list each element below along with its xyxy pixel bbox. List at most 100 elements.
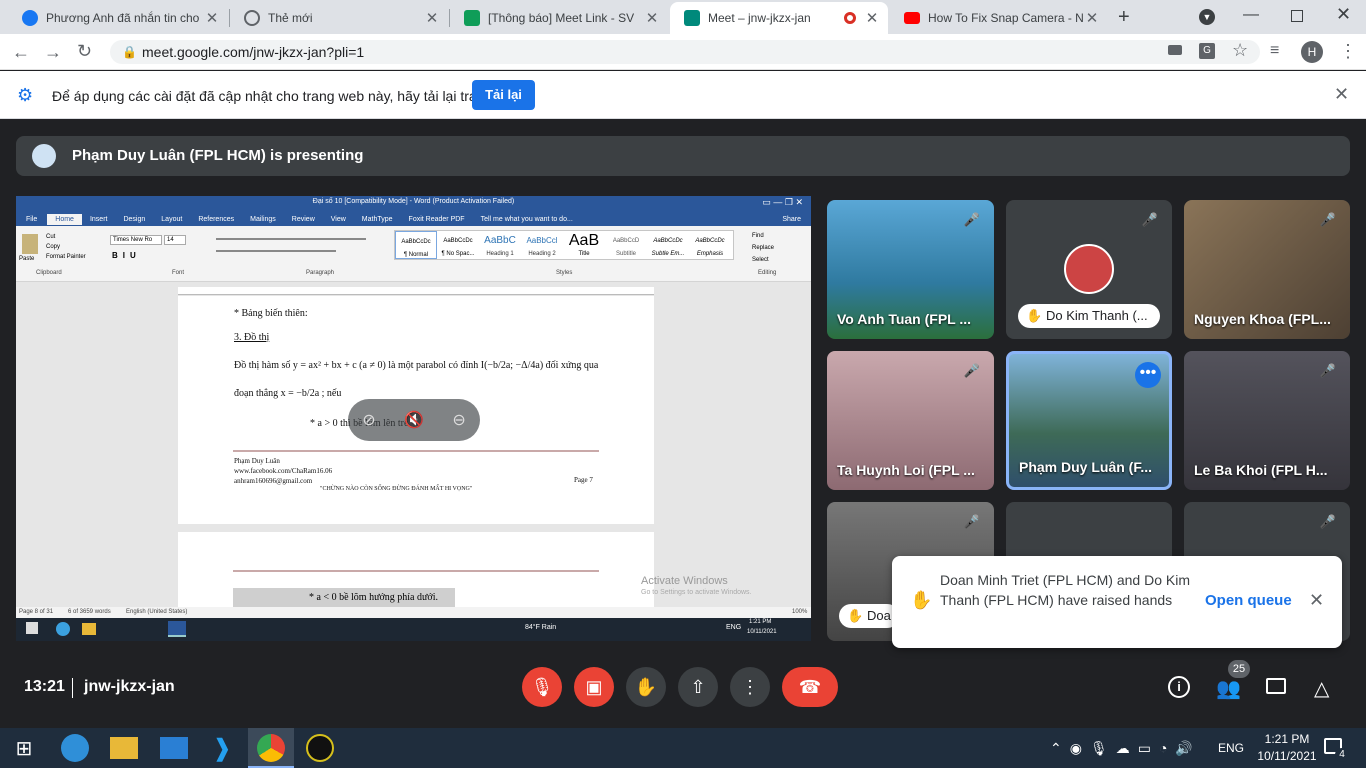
camera-toggle-button[interactable]: ▣ [574, 667, 614, 707]
camera-indicator-icon[interactable] [1168, 45, 1182, 55]
cut-label[interactable]: Cut [46, 232, 86, 242]
more-options-icon[interactable]: ••• [1135, 362, 1161, 388]
close-icon[interactable]: ✕ [644, 9, 660, 27]
pin-off-icon[interactable]: ⊘ [362, 410, 375, 430]
replace-label[interactable]: Replace [752, 242, 774, 254]
close-icon[interactable]: ✕ [864, 9, 880, 27]
leave-call-button[interactable]: ☎ [782, 667, 838, 707]
raise-hand-button[interactable]: ✋ [626, 667, 666, 707]
reload-icon[interactable]: ↻ [77, 41, 92, 62]
clipboard-actions[interactable]: Cut Copy Format Painter [46, 232, 86, 262]
more-options-button[interactable]: ⋮ [730, 667, 770, 707]
media-control-icon[interactable]: ≡ [1270, 42, 1279, 60]
style-heading1[interactable]: AaBbC Heading 1 [479, 231, 521, 259]
system-tray-icons[interactable]: ⌃◉🎙☁▭◔🔊 [1050, 740, 1201, 757]
url-bar[interactable]: 🔒 meet.google.com/jnw-jkzx-jan?pli=1 [110, 40, 1260, 64]
tab-meet[interactable]: Meet – jnw-jkzx-jan ✕ [670, 2, 888, 34]
menu-review[interactable]: Review [284, 216, 323, 223]
tab-search-icon[interactable]: ▼ [1199, 9, 1215, 25]
tab-classroom[interactable]: [Thông báo] Meet Link - SV ✕ [450, 2, 668, 34]
select-label[interactable]: Select [752, 254, 774, 266]
styles-gallery[interactable]: AaBbCcDc ¶ Normal AaBbCcDc ¶ No Spac... Aa… [394, 230, 734, 260]
menu-mailings[interactable]: Mailings [242, 216, 284, 223]
window-close-button[interactable]: ✕ [1336, 4, 1351, 25]
presenter-avatar [32, 144, 56, 168]
style-no-spacing[interactable]: AaBbCcDc ¶ No Spac... [437, 231, 479, 259]
screenshare-overlay[interactable]: ⊘ 🔇 ⊖ [348, 399, 480, 441]
back-icon[interactable]: ← [12, 42, 30, 63]
open-queue-button[interactable]: Open queue [1205, 592, 1292, 609]
new-tab-button[interactable]: + [1118, 6, 1130, 29]
style-title[interactable]: AaB Title [563, 231, 605, 259]
tab-new[interactable]: Thẻ mới ✕ [230, 2, 448, 34]
word-menu: File Home Insert Design Layout Reference… [16, 212, 811, 226]
remove-icon[interactable]: ⊖ [452, 410, 465, 430]
menu-layout[interactable]: Layout [153, 216, 190, 223]
activities-icon[interactable]: △ [1314, 676, 1329, 701]
format-painter-label[interactable]: Format Painter [46, 252, 86, 262]
clock-date[interactable]: 10/11/2021 [1252, 749, 1322, 763]
participant-tile[interactable]: 🎤 Le Ba Khoi (FPL H... [1184, 351, 1350, 490]
tab-youtube[interactable]: How To Fix Snap Camera - No ✕ [890, 2, 1108, 34]
participant-tile[interactable]: 🎤 Ta Huynh Loi (FPL ... [827, 351, 994, 490]
close-icon[interactable]: ✕ [204, 9, 220, 27]
toast-close-icon[interactable]: ✕ [1309, 590, 1324, 611]
font-size-select[interactable]: 14 [164, 235, 186, 245]
snap-camera-icon[interactable] [306, 734, 334, 762]
menu-foxit[interactable]: Foxit Reader PDF [401, 216, 473, 223]
menu-icon[interactable]: ⋮ [1339, 41, 1357, 62]
share-button[interactable]: Share [772, 216, 811, 223]
chrome-icon[interactable] [257, 734, 285, 762]
bookmark-star-icon[interactable]: ☆ [1232, 40, 1248, 61]
participant-tile[interactable]: 🎤 Nguyen Khoa (FPL... [1184, 200, 1350, 339]
clock-time[interactable]: 1:21 PM [1262, 732, 1312, 746]
participant-tile[interactable]: 🎤 Vo Anh Tuan (FPL ... [827, 200, 994, 339]
participant-tile-active[interactable]: ••• Phạm Duy Luân (F... [1006, 351, 1172, 490]
paste-icon[interactable] [22, 234, 38, 254]
info-icon[interactable]: i [1168, 676, 1190, 698]
style-heading2[interactable]: AaBbCcl Heading 2 [521, 231, 563, 259]
people-icon[interactable]: 👥 [1216, 676, 1241, 701]
style-subtitle[interactable]: AaBbCcD Subtitle [605, 231, 647, 259]
participant-tile[interactable]: 🎤 ✋ Do Kim Thanh (... [1006, 200, 1172, 339]
chat-icon[interactable] [1266, 678, 1286, 694]
style-normal[interactable]: AaBbCcDc ¶ Normal [395, 231, 437, 259]
edge-icon[interactable] [61, 734, 89, 762]
minimize-button[interactable]: — [1243, 6, 1259, 24]
control-panel-icon[interactable] [160, 737, 188, 759]
windows-start-icon[interactable]: ⊞ [10, 734, 38, 762]
menu-insert[interactable]: Insert [82, 216, 116, 223]
file-explorer-icon[interactable] [110, 737, 138, 759]
font-format-buttons[interactable]: BIU [112, 251, 141, 260]
present-button[interactable]: ⇧ [678, 667, 718, 707]
input-language[interactable]: ENG [1218, 741, 1244, 755]
menu-home[interactable]: Home [47, 213, 82, 225]
tab-facebook[interactable]: Phương Anh đã nhắn tin cho ✕ [8, 2, 228, 34]
editing-tools[interactable]: Find Replace Select [752, 230, 774, 266]
infobar-close-icon[interactable]: ✕ [1334, 84, 1349, 105]
zoom-level[interactable]: 100% [792, 607, 807, 618]
style-emphasis[interactable]: AaBbCcDc Emphasis [689, 231, 731, 259]
forward-icon[interactable]: → [44, 42, 62, 63]
classroom-icon [464, 10, 480, 26]
menu-references[interactable]: References [190, 216, 242, 223]
menu-view[interactable]: View [323, 216, 354, 223]
menu-file[interactable]: File [16, 216, 47, 223]
close-icon[interactable]: ✕ [424, 9, 440, 27]
profile-avatar[interactable]: H [1301, 41, 1323, 63]
close-icon[interactable]: ✕ [1084, 9, 1100, 27]
mic-toggle-button[interactable]: 🎙 [522, 667, 562, 707]
menu-mathtype[interactable]: MathType [354, 216, 401, 223]
mute-icon[interactable]: 🔇 [404, 410, 424, 430]
tell-me-box[interactable]: Tell me what you want to do... [473, 216, 581, 223]
maximize-button[interactable] [1291, 10, 1303, 22]
vscode-icon[interactable]: ❱ [208, 734, 236, 762]
copy-label[interactable]: Copy [46, 242, 86, 252]
find-label[interactable]: Find [752, 230, 774, 242]
paragraph-tools[interactable] [216, 234, 386, 264]
style-subtle-emphasis[interactable]: AaBbCcDc Subtle Em... [647, 231, 689, 259]
translate-icon[interactable]: G [1199, 43, 1215, 59]
font-name-select[interactable]: Times New Ro [110, 235, 162, 245]
menu-design[interactable]: Design [115, 216, 153, 223]
reload-button[interactable]: Tải lại [472, 80, 535, 110]
